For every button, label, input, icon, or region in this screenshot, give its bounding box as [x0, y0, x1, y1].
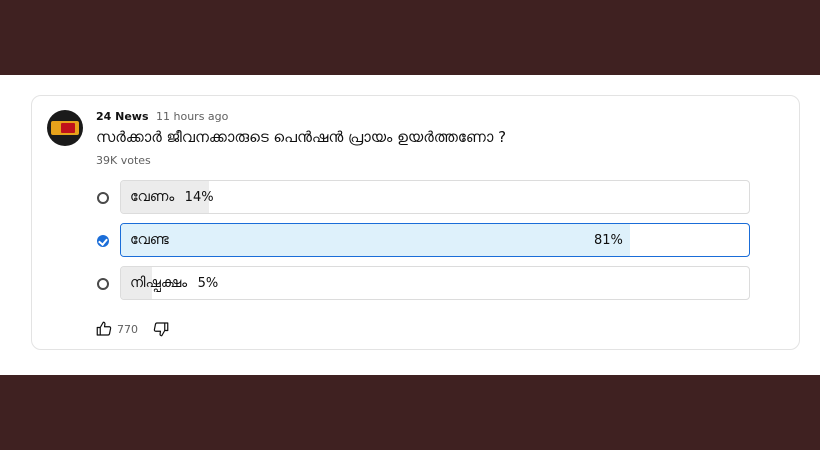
channel-avatar[interactable]	[47, 110, 83, 146]
post-time[interactable]: 11 hours ago	[156, 110, 228, 123]
poll-option-2[interactable]: വേണ്ട 81%	[120, 223, 750, 257]
vote-count: 39K votes	[96, 154, 151, 167]
option-fill-2	[121, 224, 630, 256]
thumbs-up-icon[interactable]	[95, 320, 113, 338]
like-count: 770	[117, 322, 138, 336]
option-radio-3[interactable]	[97, 278, 109, 290]
option-label-2: വേണ്ട	[130, 232, 169, 248]
poll-question: സർക്കാർ ജീവനക്കാരുടെ പെൻഷൻ പ്രായം ഉയർത്ത…	[96, 128, 507, 146]
channel-name[interactable]: 24 News	[96, 110, 149, 123]
thumbs-down-icon[interactable]	[152, 320, 170, 338]
option-percent-1: 14%	[184, 190, 214, 205]
option-label-3: നിഷ്പക്ഷം	[130, 275, 188, 291]
option-label-1: വേണം	[130, 189, 175, 205]
poll-option-3[interactable]: നിഷ്പക്ഷം 5%	[120, 266, 750, 300]
option-percent-2: 81%	[594, 233, 623, 248]
poll-card: 24 News 11 hours ago സർക്കാർ ജീവനക്കാരുട…	[31, 95, 800, 350]
option-radio-1[interactable]	[97, 192, 109, 204]
post-meta: 24 News 11 hours ago	[96, 110, 228, 123]
option-percent-3: 5%	[197, 276, 219, 291]
poll-option-1[interactable]: വേണം 14%	[120, 180, 750, 214]
option-radio-2[interactable]	[97, 235, 109, 247]
channel-logo	[51, 121, 79, 135]
post-actions: 770	[95, 320, 170, 338]
